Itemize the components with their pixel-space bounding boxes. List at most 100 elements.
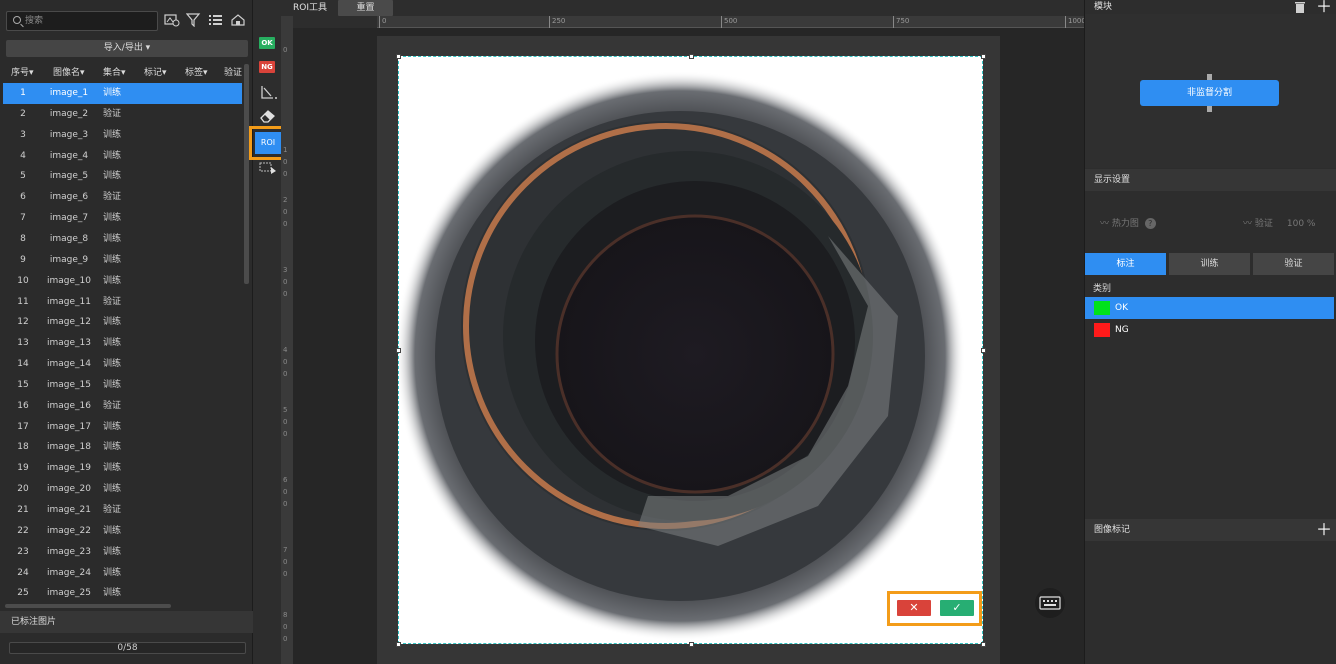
row-index: 24 [17,567,29,578]
table-row[interactable]: 10 image_10 训练 [3,271,242,292]
table-row[interactable]: 20 image_20 训练 [3,479,242,500]
tab-annotate[interactable]: 标注 [1085,253,1166,275]
row-image-name: image_6 [49,192,89,203]
search-box[interactable] [6,11,158,31]
keyboard-shortcut-button[interactable] [1035,588,1065,618]
tab-verify[interactable]: 验证 [1253,253,1334,275]
row-image-name: image_13 [47,338,91,349]
row-index: 10 [17,275,29,286]
col-verify[interactable]: 验证 [224,64,242,83]
table-row[interactable]: 7 image_7 训练 [3,208,242,229]
import-export-button[interactable]: 导入/导出 ▾ [6,40,248,57]
row-set: 验证 [103,192,122,203]
table-row[interactable]: 5 image_5 训练 [3,166,242,187]
cloud-icon[interactable] [230,13,246,27]
table-row[interactable]: 15 image_15 训练 [3,375,242,396]
table-row[interactable]: 19 image_19 训练 [3,458,242,479]
row-index: 5 [20,171,26,182]
module-title: 模块 [1094,2,1113,12]
row-image-name: image_12 [47,317,91,328]
cancel-roi-button[interactable]: ✕ [897,600,931,616]
tab-train[interactable]: 训练 [1169,253,1250,275]
ok-badge[interactable]: OK [259,37,275,49]
table-row[interactable]: 23 image_23 训练 [3,542,242,563]
row-set: 训练 [103,171,122,182]
select-tool-icon[interactable] [258,162,278,174]
confirm-roi-button[interactable]: ✓ [940,600,974,616]
resize-handle[interactable] [689,54,694,59]
table-row[interactable]: 1 image_1 训练 [3,83,242,104]
row-set: 训练 [103,150,122,161]
help-icon[interactable]: ? [1144,218,1156,229]
resize-handle[interactable] [689,642,694,647]
table-row[interactable]: 16 image_16 验证 [3,396,242,417]
row-set: 训练 [103,588,122,599]
add-module-icon[interactable]: ＋ [1316,0,1332,15]
verify-toggle[interactable]: 〰 验证 100 % [1243,216,1315,229]
table-row[interactable]: 14 image_14 训练 [3,354,242,375]
add-image-icon[interactable] [164,13,180,27]
class-row-ok[interactable]: OK [1085,297,1334,319]
table-row[interactable]: 6 image_6 验证 [3,187,242,208]
table-row[interactable]: 22 image_22 训练 [3,521,242,542]
delete-icon[interactable] [1294,1,1306,13]
polygon-tool-icon[interactable] [259,84,279,102]
col-name[interactable]: 图像名▾ [53,64,85,83]
row-set: 验证 [103,505,122,515]
class-row-ng[interactable]: NG [1085,319,1334,341]
row-index: 3 [20,129,26,140]
resize-handle[interactable] [396,348,401,353]
row-index: 20 [17,484,29,495]
module-node[interactable]: 非监督分割 [1140,80,1279,106]
resize-handle[interactable] [981,642,986,647]
table-row[interactable]: 18 image_18 训练 [3,437,242,458]
col-set[interactable]: 集合▾ [103,64,126,83]
row-image-name: image_11 [47,296,91,307]
table-row[interactable]: 21 image_21 验证 [3,500,242,521]
resize-handle[interactable] [396,642,401,647]
row-set: 训练 [103,359,122,370]
table-row[interactable]: 8 image_8 训练 [3,229,242,250]
table-row[interactable]: 12 image_12 训练 [3,312,242,333]
table-row[interactable]: 17 image_17 训练 [3,417,242,438]
row-set: 训练 [103,463,122,474]
table-row[interactable]: 3 image_3 训练 [3,125,242,146]
table-row[interactable]: 13 image_13 训练 [3,333,242,354]
col-mark[interactable]: 标记▾ [144,64,167,83]
heatmap-toggle[interactable]: 〰 热力图 ? [1100,216,1156,229]
eraser-icon[interactable] [258,108,278,124]
resize-handle[interactable] [396,54,401,59]
reset-button[interactable]: 重置 [338,0,393,16]
search-input[interactable] [25,12,155,30]
row-image-name: image_21 [47,505,91,515]
vertical-scrollbar[interactable] [244,64,249,284]
resize-handle[interactable] [981,54,986,59]
class-name: OK [1115,303,1128,313]
table-row[interactable]: 25 image_25 训练 [3,583,242,601]
col-label[interactable]: 标签▾ [185,64,208,83]
row-set: 训练 [103,233,122,244]
col-index[interactable]: 序号▾ [11,64,34,83]
table-row[interactable]: 11 image_11 验证 [3,292,242,313]
row-index: 13 [17,338,29,349]
ng-badge[interactable]: NG [259,61,275,73]
horizontal-scrollbar[interactable] [5,604,171,608]
add-mark-icon[interactable]: ＋ [1316,522,1332,538]
class-name: NG [1115,325,1129,335]
table-header: 序号▾ 图像名▾ 集合▾ 标记▾ 标签▾ 验证 [3,64,242,83]
row-image-name: image_18 [47,442,91,453]
table-row[interactable]: 9 image_9 训练 [3,250,242,271]
row-image-name: image_25 [47,588,91,599]
roi-selection-box[interactable] [396,54,986,647]
tab-roi-tool[interactable]: ROI工具 [283,0,337,16]
ruler-tick: 500 [721,16,737,28]
list-view-icon[interactable] [208,13,224,27]
row-image-name: image_23 [47,546,91,557]
row-index: 11 [17,296,29,307]
resize-handle[interactable] [981,348,986,353]
table-row[interactable]: 24 image_24 训练 [3,563,242,584]
table-row[interactable]: 2 image_2 验证 [3,104,242,125]
table-row[interactable]: 4 image_4 训练 [3,146,242,167]
filter-icon[interactable] [185,13,202,28]
row-image-name: image_15 [47,379,91,390]
